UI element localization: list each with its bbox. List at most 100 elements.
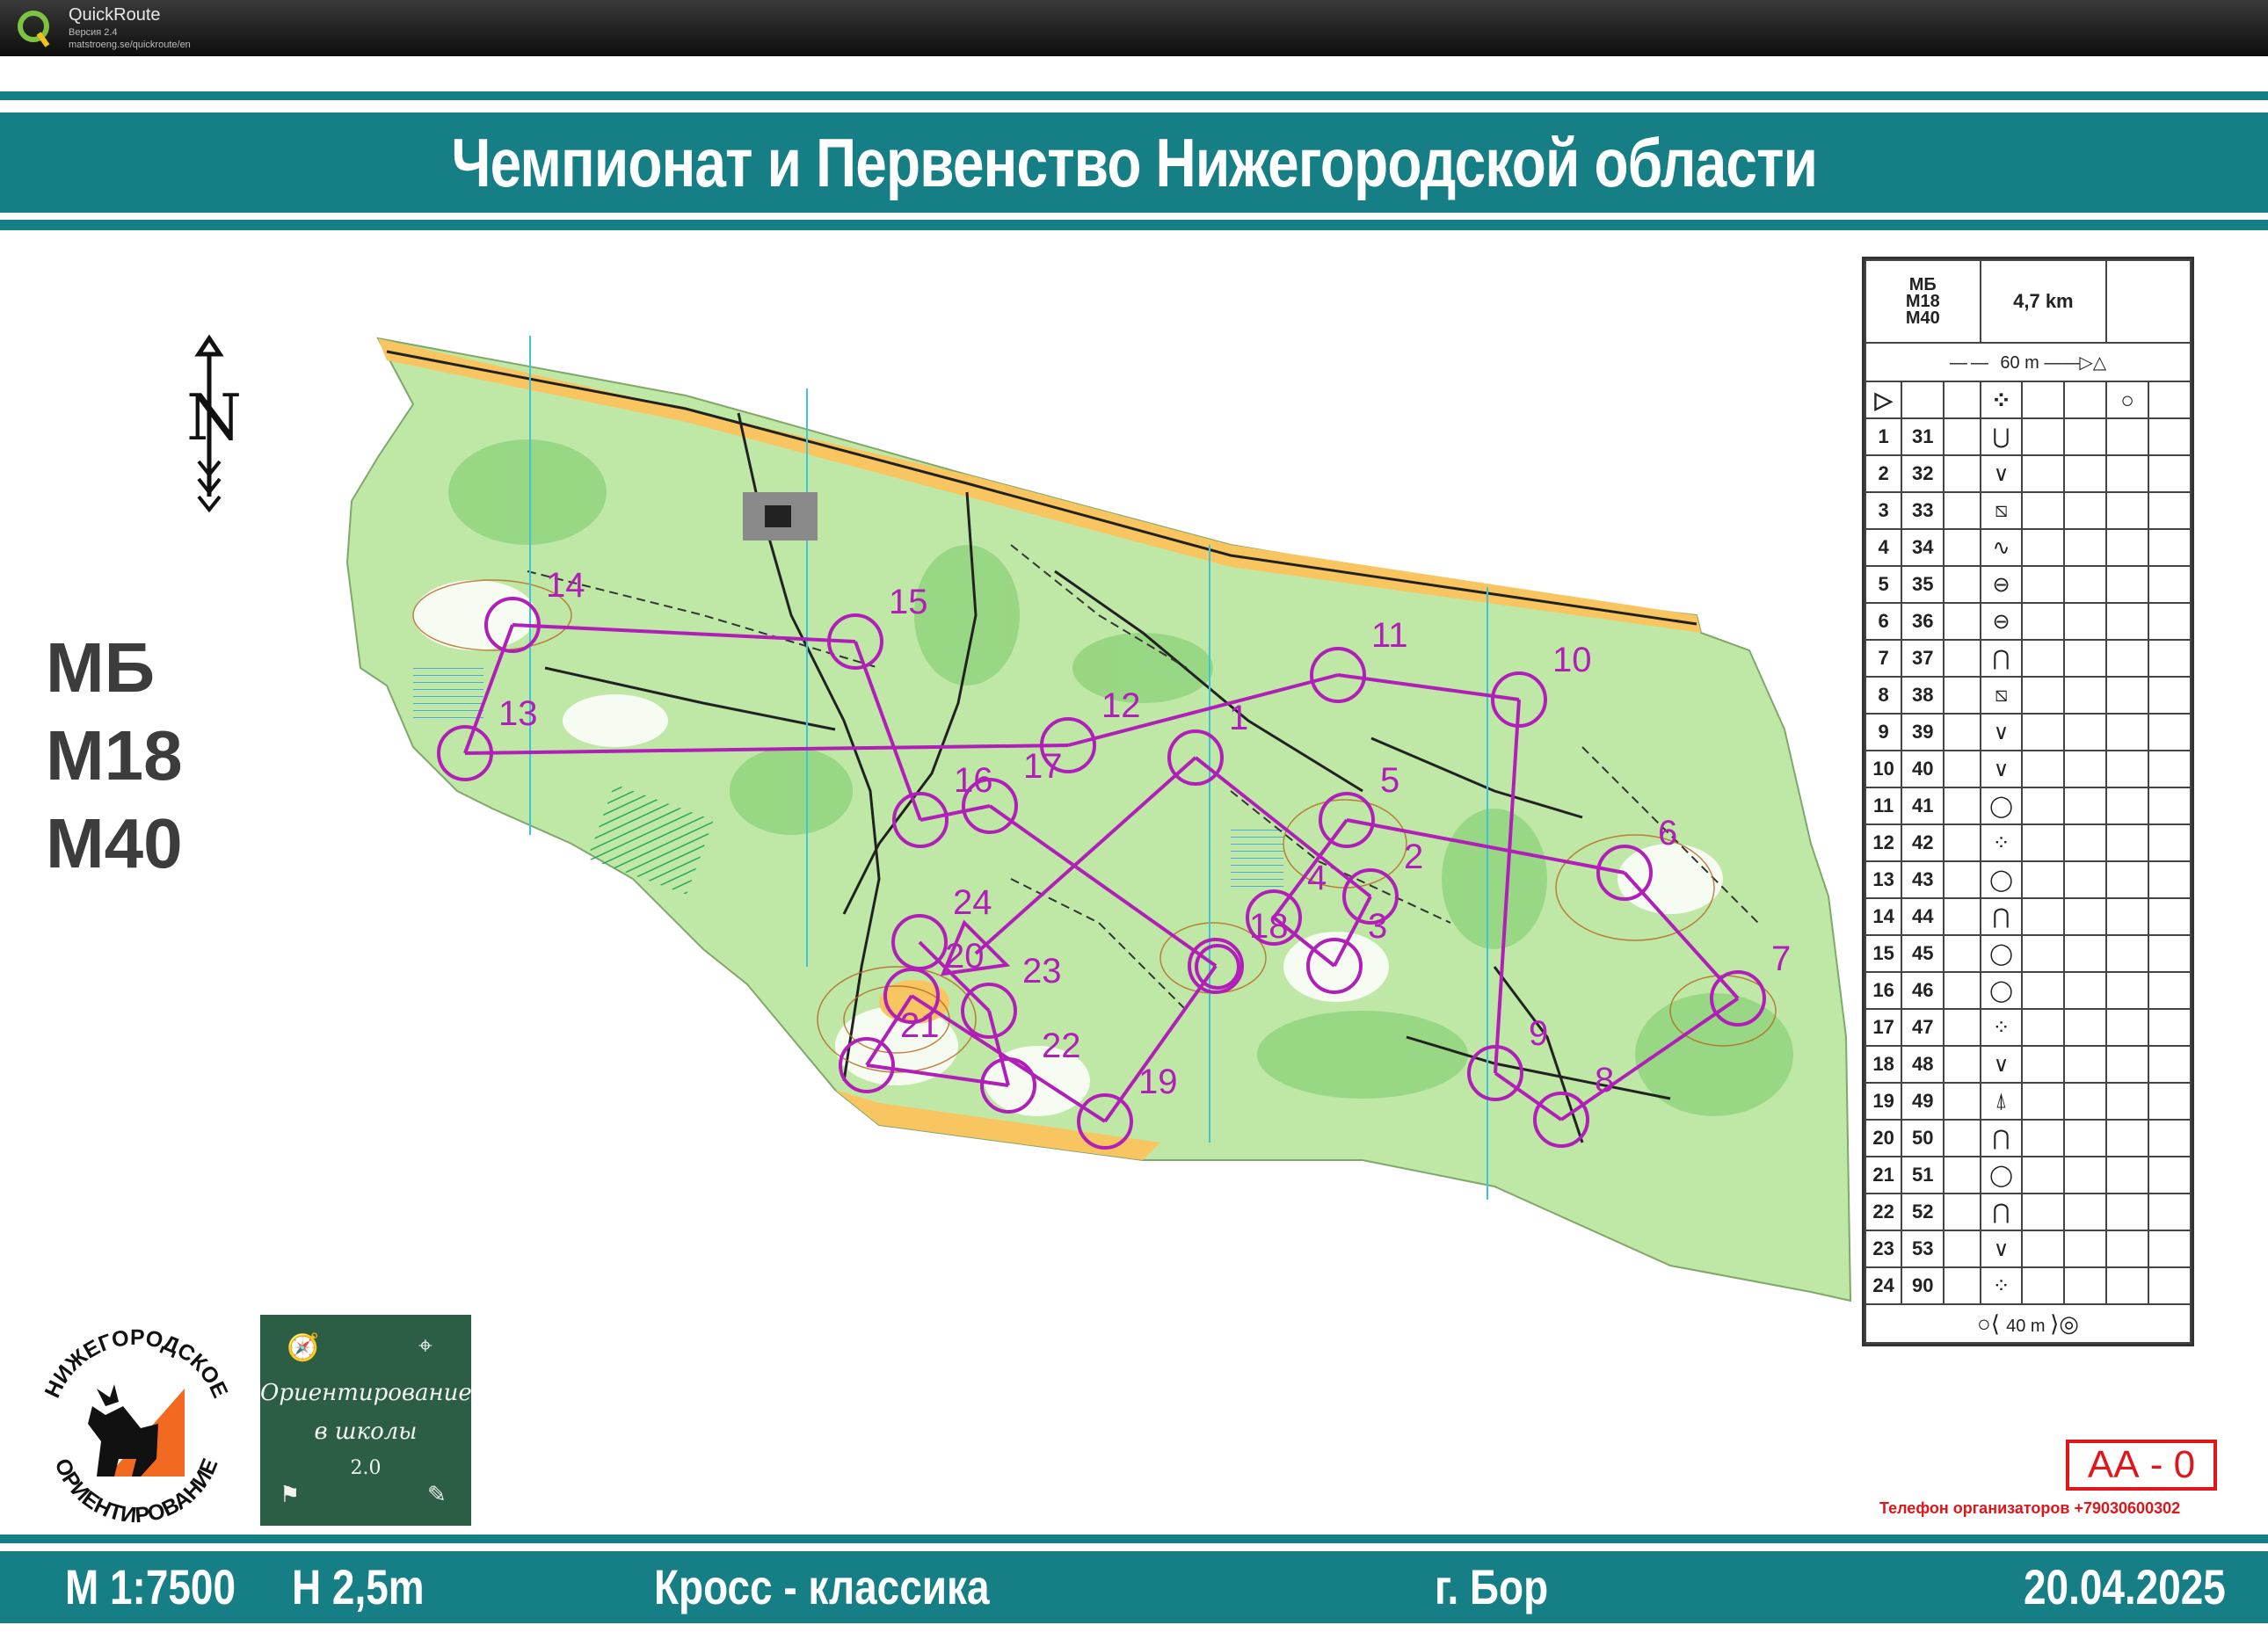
cd-other: [2148, 1119, 2192, 1157]
cd-control-number: 19: [1864, 1082, 1903, 1121]
cd-appearance: [2021, 454, 2066, 493]
cd-other: [2148, 1193, 2192, 1231]
cd-control-number: 2: [1864, 454, 1903, 493]
race-format: Кросс - классика: [654, 1559, 990, 1614]
cd-control-number: 17: [1864, 1008, 1903, 1047]
cd-feature-icon: ⋂: [1979, 639, 2024, 678]
cd-feature-icon: ∨: [1979, 1045, 2024, 1084]
marsh-area: [413, 668, 483, 721]
cd-control-number: 3: [1864, 491, 1903, 530]
control-number: 7: [1771, 940, 1791, 978]
cd-location: [2105, 897, 2150, 936]
cd-control-code: 53: [1901, 1230, 1945, 1268]
cd-start-distance: 60 m: [2000, 352, 2039, 373]
cd-dimensions: [2063, 417, 2108, 456]
cd-appearance: [2021, 1230, 2066, 1268]
cd-location: [2105, 971, 2150, 1010]
cd-control-code: 42: [1901, 824, 1945, 862]
cd-which: [1943, 454, 1981, 493]
footer-banner: М 1:7500 Н 2,5m Кросс - классика г. Бор …: [0, 1551, 2268, 1623]
cd-location: [2105, 1156, 2150, 1194]
cd-control-code: 50: [1901, 1119, 1945, 1157]
cd-feature-icon: ⧅: [1979, 491, 2024, 530]
cd-feature-icon: ∨: [1979, 1230, 2024, 1268]
control-number: 19: [1138, 1063, 1178, 1101]
control-circle: [1710, 970, 1766, 1027]
cd-appearance: [2021, 639, 2066, 678]
cd-other: [2148, 713, 2192, 751]
cd-which: [1943, 1193, 1981, 1231]
control-circle: [961, 983, 1017, 1039]
cd-control-code: 48: [1901, 1045, 1945, 1084]
cd-row: 14 44 ⋂: [1864, 897, 2192, 936]
cd-appearance: [2021, 824, 2066, 862]
cd-dimensions: [2063, 897, 2108, 936]
cd-control-number: 6: [1864, 602, 1903, 641]
cd-location: [2105, 713, 2150, 751]
cd-which: [1943, 639, 1981, 678]
control-number: 12: [1101, 686, 1141, 725]
cd-control-number: 9: [1864, 713, 1903, 751]
cd-location: [2105, 824, 2150, 862]
cd-control-code: 40: [1901, 750, 1945, 788]
cd-appearance: [2021, 1266, 2066, 1305]
cd-control-code: 49: [1901, 1082, 1945, 1121]
control-circle: [1310, 647, 1366, 703]
cd-dimensions: [2063, 787, 2108, 825]
cd-feature-icon: ◯: [1979, 1156, 2024, 1194]
cd-location: [2105, 1045, 2150, 1084]
cd-start-row: ▷ ⁘ ○: [1864, 381, 2192, 419]
building: [765, 505, 791, 527]
control-circle: [1491, 671, 1547, 728]
cd-feature-icon: ⋂: [1979, 1119, 2024, 1157]
cd-control-number: 11: [1864, 787, 1903, 825]
logo2-line2: в школы: [314, 1418, 418, 1445]
cd-dimensions: [2063, 1156, 2108, 1194]
cd-which: [1943, 1156, 1981, 1194]
cd-dimensions: [2063, 491, 2108, 530]
cd-control-code: 32: [1901, 454, 1945, 493]
cd-which: [1943, 750, 1981, 788]
control-number: 23: [1022, 952, 1062, 990]
cd-which: [1943, 602, 1981, 641]
cd-length: 4,7 km: [1979, 259, 2108, 344]
cd-control-number: 10: [1864, 750, 1903, 788]
class-name: М18: [46, 716, 183, 794]
cd-control-number: 22: [1864, 1193, 1903, 1231]
cd-row: 2 32 ∨: [1864, 454, 2192, 493]
cd-control-number: 4: [1864, 528, 1903, 567]
cd-other: [2148, 1008, 2192, 1047]
cd-empty: [2105, 259, 2192, 344]
cd-row: 9 39 ∨: [1864, 713, 2192, 751]
cd-row: 23 53 ∨: [1864, 1230, 2192, 1268]
cd-row: 15 45 ◯: [1864, 934, 2192, 973]
cd-dimensions: [2063, 713, 2108, 751]
cd-dimensions: [2063, 676, 2108, 715]
cd-control-number: 13: [1864, 860, 1903, 899]
cd-control-number: 12: [1864, 824, 1903, 862]
control-circle: [891, 914, 948, 970]
control-circle: [1077, 1093, 1133, 1150]
cd-which: [1943, 971, 1981, 1010]
cd-control-number: 21: [1864, 1156, 1903, 1194]
cd-dimensions: [2063, 934, 2108, 973]
cd-control-number: 1: [1864, 417, 1903, 456]
cd-finish-row: ○⟨ 40 m ⟩◎: [1865, 1303, 2192, 1344]
marsh-area: [1231, 826, 1283, 888]
cd-other: [2148, 528, 2192, 567]
cd-which: [1943, 1082, 1981, 1121]
cd-feature-icon: ∨: [1979, 750, 2024, 788]
cd-control-code: 51: [1901, 1156, 1945, 1194]
race-date: 20.04.2025: [2024, 1559, 2226, 1614]
cd-other: [2148, 1230, 2192, 1268]
cd-control-code: 34: [1901, 528, 1945, 567]
cd-other: [2148, 1156, 2192, 1194]
cd-location: [2105, 528, 2150, 567]
cd-other: [2148, 824, 2192, 862]
control-circle: [892, 792, 949, 848]
cd-which: [1943, 824, 1981, 862]
cd-control-code: 90: [1901, 1266, 1945, 1305]
cd-control-number: 15: [1864, 934, 1903, 973]
cd-feature-icon: ⋂: [1979, 1193, 2024, 1231]
control-number: 14: [546, 566, 585, 605]
